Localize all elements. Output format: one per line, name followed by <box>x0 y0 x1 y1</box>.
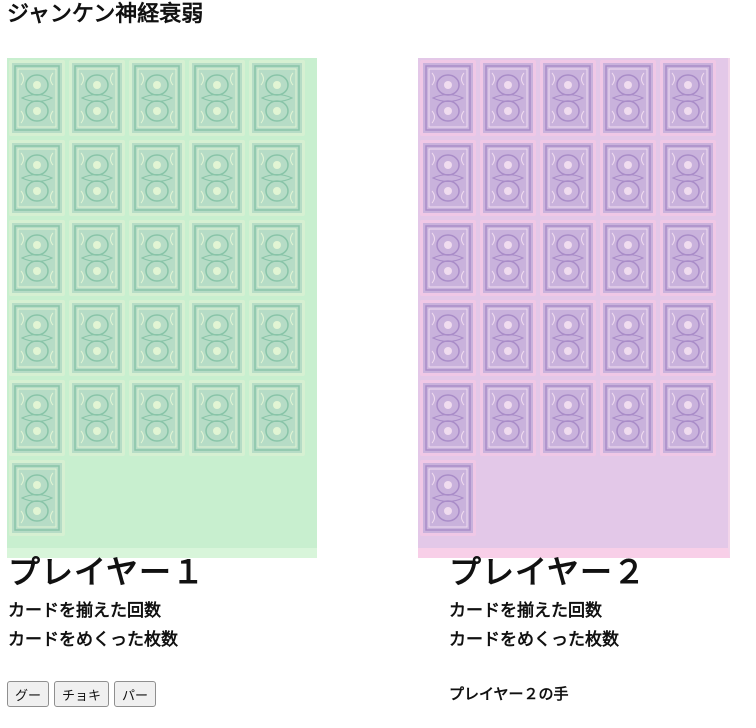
player1-card[interactable] <box>249 380 305 456</box>
player2-card[interactable] <box>540 300 596 376</box>
player1-card[interactable] <box>69 380 125 456</box>
player2-card[interactable] <box>480 300 536 376</box>
player1-card[interactable] <box>129 300 185 376</box>
player2-card[interactable] <box>420 220 476 296</box>
player2-card[interactable] <box>480 380 536 456</box>
player2-card[interactable] <box>480 60 536 136</box>
player1-card[interactable] <box>129 60 185 136</box>
player1-name: プレイヤー１ <box>8 553 206 591</box>
player1-card[interactable] <box>129 220 185 296</box>
player2-card[interactable] <box>600 140 656 216</box>
player2-hand-label: プレイヤー２の手 <box>449 685 569 703</box>
player1-card[interactable] <box>69 220 125 296</box>
player2-card[interactable] <box>660 220 716 296</box>
player1-card[interactable] <box>189 220 245 296</box>
player2-card[interactable] <box>420 60 476 136</box>
player2-card[interactable] <box>480 220 536 296</box>
player1-hand-buttons: グー チョキ パー <box>7 681 157 707</box>
player2-card[interactable] <box>420 140 476 216</box>
page-title: ジャンケン神経衰弱 <box>7 2 204 27</box>
scissors-button[interactable]: チョキ <box>54 681 110 707</box>
player2-card-board <box>418 58 730 558</box>
paper-button[interactable]: パー <box>114 681 157 707</box>
player1-card[interactable] <box>9 460 65 536</box>
player1-card-board <box>7 58 317 558</box>
player1-card[interactable] <box>9 140 65 216</box>
player2-card[interactable] <box>420 300 476 376</box>
rock-button[interactable]: グー <box>7 681 50 707</box>
player1-card[interactable] <box>9 60 65 136</box>
player1-card[interactable] <box>249 220 305 296</box>
player2-card[interactable] <box>600 300 656 376</box>
player1-card[interactable] <box>189 300 245 376</box>
player2-card[interactable] <box>660 300 716 376</box>
player2-card[interactable] <box>660 140 716 216</box>
player2-pairs-label: カードを揃えた回数 <box>449 601 602 621</box>
player1-card[interactable] <box>249 140 305 216</box>
player1-card[interactable] <box>69 300 125 376</box>
player2-card[interactable] <box>540 220 596 296</box>
player2-card[interactable] <box>420 380 476 456</box>
player2-card[interactable] <box>480 140 536 216</box>
player2-card[interactable] <box>660 380 716 456</box>
player2-card[interactable] <box>420 460 476 536</box>
player2-card[interactable] <box>600 60 656 136</box>
player1-card[interactable] <box>69 140 125 216</box>
player1-card[interactable] <box>9 300 65 376</box>
player2-flipped-label: カードをめくった枚数 <box>449 630 619 650</box>
player1-card[interactable] <box>9 220 65 296</box>
player1-card[interactable] <box>189 60 245 136</box>
player1-card[interactable] <box>189 140 245 216</box>
player2-card[interactable] <box>600 380 656 456</box>
player1-flipped-label: カードをめくった枚数 <box>8 630 178 650</box>
player1-pairs-label: カードを揃えた回数 <box>8 601 161 621</box>
player2-card[interactable] <box>660 60 716 136</box>
player1-card[interactable] <box>129 380 185 456</box>
player1-card[interactable] <box>129 140 185 216</box>
player1-card[interactable] <box>249 300 305 376</box>
player1-card[interactable] <box>189 380 245 456</box>
player1-card[interactable] <box>69 60 125 136</box>
player1-card[interactable] <box>9 380 65 456</box>
player2-card[interactable] <box>540 380 596 456</box>
player2-name: プレイヤー２ <box>449 553 647 591</box>
player2-card[interactable] <box>600 220 656 296</box>
player2-card[interactable] <box>540 140 596 216</box>
player2-card[interactable] <box>540 60 596 136</box>
player1-card[interactable] <box>249 60 305 136</box>
